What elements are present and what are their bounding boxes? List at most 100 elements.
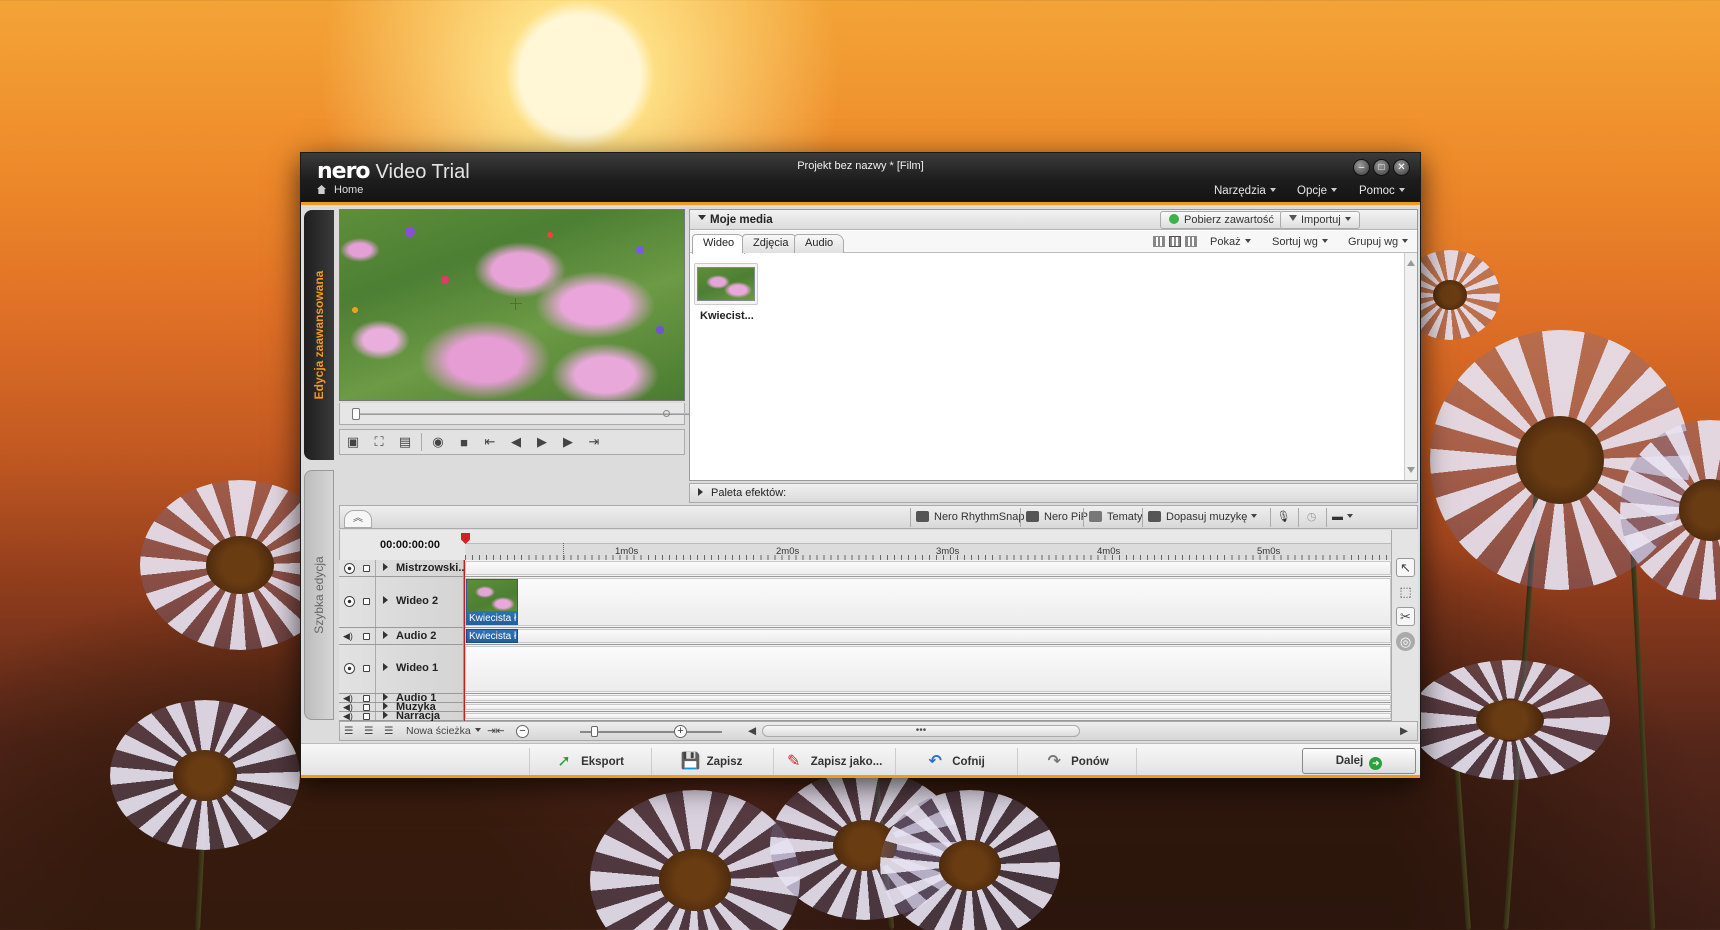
- marquee-select-icon[interactable]: ⬚: [1396, 582, 1415, 601]
- track-name[interactable]: Audio 2: [383, 630, 436, 642]
- track-lane[interactable]: [465, 695, 1391, 701]
- fullscreen-icon[interactable]: ⛶: [366, 431, 392, 453]
- expand-track-icon: [383, 631, 392, 639]
- ripple-icon[interactable]: ◎: [1396, 632, 1415, 651]
- audio-clip[interactable]: Kwiecista ł: [466, 629, 518, 643]
- next-button[interactable]: Dalej ➜: [1302, 748, 1416, 774]
- background-daisy: [590, 790, 800, 930]
- new-track-button[interactable]: Nowa ścieżka: [406, 724, 481, 739]
- media-title[interactable]: Moje media: [698, 214, 773, 226]
- scroll-up-icon[interactable]: [1407, 256, 1415, 266]
- menu-grupuj[interactable]: Grupuj wg: [1348, 236, 1408, 248]
- eye-icon[interactable]: [344, 563, 355, 574]
- themes-button[interactable]: Tematy: [1083, 508, 1147, 527]
- undo-button[interactable]: ↶ Cofnij: [895, 748, 1015, 775]
- track-lane[interactable]: [465, 713, 1391, 719]
- maximize-button[interactable]: □: [1373, 159, 1390, 176]
- mark-in-icon[interactable]: ⇤: [477, 431, 503, 453]
- track-name[interactable]: Wideo 1: [383, 662, 438, 674]
- lock-icon[interactable]: [363, 665, 370, 672]
- speaker-icon[interactable]: ◀): [343, 631, 356, 641]
- play-icon[interactable]: ▶: [529, 431, 555, 453]
- track-size-large-icon[interactable]: ☰: [384, 724, 393, 739]
- menu-pomoc[interactable]: Pomoc: [1359, 185, 1405, 197]
- tab-audio[interactable]: Audio: [794, 234, 845, 253]
- eye-icon[interactable]: [344, 596, 355, 607]
- collapse-chevron-icon[interactable]: ︽: [344, 510, 372, 528]
- view-large-icon[interactable]: [1153, 236, 1165, 247]
- video-preview[interactable]: [339, 209, 685, 401]
- eye-icon[interactable]: [344, 663, 355, 674]
- scroll-down-icon[interactable]: [1407, 467, 1415, 477]
- close-button[interactable]: ✕: [1393, 159, 1410, 176]
- track-name[interactable]: Wideo 2: [383, 595, 438, 607]
- lock-icon[interactable]: [363, 713, 370, 720]
- track-lane[interactable]: [465, 578, 1391, 626]
- zoom-in-button[interactable]: +: [674, 725, 687, 738]
- menu-narzedzia[interactable]: Narzędzia: [1214, 185, 1276, 197]
- mark-out-icon[interactable]: ⇥: [581, 431, 607, 453]
- clock-icon[interactable]: ◷: [1298, 508, 1324, 527]
- pip-icon: [1026, 511, 1039, 522]
- download-content-button[interactable]: Pobierz zawartość: [1160, 211, 1283, 229]
- view-medium-icon[interactable]: [1169, 236, 1181, 247]
- tab-zdjecia[interactable]: Zdjęcia: [742, 234, 800, 253]
- monitor-icon[interactable]: ▣: [340, 431, 366, 453]
- zoom-out-button[interactable]: −: [516, 725, 529, 738]
- menu-pokaz[interactable]: Pokaż: [1210, 236, 1251, 248]
- preview-scrubber[interactable]: [339, 403, 698, 425]
- timeline-hscroll[interactable]: •••: [762, 725, 1080, 737]
- track-lane[interactable]: [465, 629, 1391, 643]
- media-thumbnail[interactable]: [697, 267, 755, 301]
- save-as-button[interactable]: ✎ Zapisz jako...: [773, 748, 893, 775]
- time-ruler[interactable]: 1m0s 2m0s 3m0s 4m0s 5m0s: [465, 543, 1391, 560]
- menu-opcje[interactable]: Opcje: [1297, 185, 1337, 197]
- select-arrow-icon[interactable]: ↖: [1396, 558, 1415, 577]
- fit-to-window-icon[interactable]: ⇥⇤: [487, 724, 505, 739]
- menu-sortuj[interactable]: Sortuj wg: [1272, 236, 1328, 248]
- export-button[interactable]: ➚ Eksport: [529, 748, 649, 775]
- lock-icon[interactable]: [363, 695, 370, 702]
- tab-wideo[interactable]: Wideo: [692, 234, 746, 254]
- lock-icon[interactable]: [363, 565, 370, 572]
- save-button[interactable]: 💾 Zapisz: [651, 748, 771, 775]
- fit-music-button[interactable]: Dopasuj muzykę: [1142, 508, 1262, 527]
- separator: [421, 433, 422, 451]
- track-lane[interactable]: [465, 561, 1391, 575]
- aspect-icon[interactable]: ▤: [392, 431, 418, 453]
- track-lane[interactable]: [465, 646, 1391, 692]
- lock-icon[interactable]: [363, 633, 370, 640]
- media-scrollbar[interactable]: [1404, 253, 1417, 480]
- scrubber-knob[interactable]: [352, 408, 360, 420]
- zoom-slider-track[interactable]: [580, 731, 722, 733]
- track-name[interactable]: Mistrzowski...: [383, 562, 468, 574]
- track-size-small-icon[interactable]: ☰: [344, 724, 353, 739]
- import-label: Importuj: [1301, 214, 1341, 226]
- microphone-icon[interactable]: 🎙: [1270, 508, 1296, 527]
- import-button[interactable]: Importuj: [1280, 211, 1360, 229]
- minimize-button[interactable]: –: [1353, 159, 1370, 176]
- prev-frame-icon[interactable]: ◀: [503, 431, 529, 453]
- redo-button[interactable]: ↷ Ponów: [1017, 748, 1137, 775]
- scissors-icon[interactable]: ✂: [1396, 607, 1415, 626]
- stop-icon[interactable]: ■: [451, 431, 477, 453]
- scroll-left-icon[interactable]: ◀: [748, 724, 756, 739]
- toolbar-menu-icon[interactable]: ▬: [1326, 508, 1356, 527]
- track-size-medium-icon[interactable]: ☰: [364, 724, 373, 739]
- lock-icon[interactable]: [363, 598, 370, 605]
- video-clip[interactable]: Kwiecista ł: [466, 579, 518, 625]
- tab-advanced-edit[interactable]: Edycja zaawansowana: [304, 210, 334, 460]
- tab-quick-edit[interactable]: Szybka edycja: [304, 470, 334, 720]
- track-lane[interactable]: [465, 704, 1391, 710]
- next-frame-icon[interactable]: ▶: [555, 431, 581, 453]
- home-link[interactable]: Home: [317, 184, 363, 196]
- view-list-icon[interactable]: [1185, 236, 1197, 247]
- effects-palette-bar[interactable]: Paleta efektów:: [689, 483, 1418, 503]
- divider: [375, 628, 376, 644]
- scroll-right-icon[interactable]: ▶: [1400, 724, 1408, 739]
- zoom-slider-knob[interactable]: [591, 726, 598, 737]
- lock-icon[interactable]: [363, 704, 370, 711]
- speaker-icon[interactable]: ◀): [343, 711, 356, 721]
- snapshot-icon[interactable]: ◉: [425, 431, 451, 453]
- divider: [375, 703, 376, 711]
